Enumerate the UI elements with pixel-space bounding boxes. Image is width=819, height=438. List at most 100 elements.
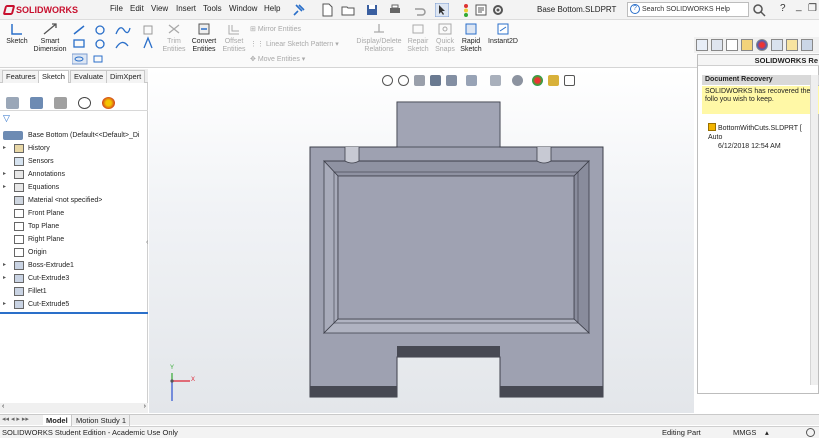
tree-item-label: Front Plane xyxy=(28,210,65,217)
tree-item[interactable]: Origin xyxy=(0,246,148,259)
save-icon[interactable] xyxy=(365,3,379,17)
panel-collapse-handle[interactable]: ‹ xyxy=(146,239,148,246)
tree-item[interactable]: Right Plane xyxy=(0,233,148,246)
units-dropdown-icon[interactable]: ▴ xyxy=(765,427,769,438)
menu-file[interactable]: File xyxy=(110,4,123,13)
rapid-sketch-button[interactable]: Rapid Sketch xyxy=(459,22,483,54)
sketch-entities-palette[interactable] xyxy=(72,24,156,68)
instant2d-button[interactable]: Instant2D xyxy=(485,22,521,46)
minimize-button[interactable]: _ xyxy=(796,1,802,12)
expand-arrow-icon[interactable]: ▸ xyxy=(3,272,6,285)
search-help-input[interactable]: ? Search SOLIDWORKS Help xyxy=(627,2,749,17)
document-recovery-icon[interactable] xyxy=(801,39,813,51)
menu-view[interactable]: View xyxy=(151,4,168,13)
tree-item[interactable]: Fillet1 xyxy=(0,285,148,298)
menu-help[interactable]: Help xyxy=(264,4,280,13)
home-icon[interactable] xyxy=(696,39,708,51)
scroll-left-icon[interactable]: ‹ xyxy=(2,403,4,410)
mirror-entities-button[interactable]: ⊞ Mirror Entities xyxy=(250,25,301,33)
feature-manager-icon[interactable] xyxy=(6,97,19,109)
quick-snaps-button[interactable]: Quick Snaps xyxy=(433,22,457,54)
filter-icon[interactable]: ▽ xyxy=(3,113,10,124)
custom-properties-icon[interactable] xyxy=(786,39,798,51)
expand-arrow-icon[interactable]: ▸ xyxy=(3,142,6,155)
design-library-icon[interactable] xyxy=(726,39,738,51)
convert-entities-button[interactable]: Convert Entities xyxy=(190,22,218,54)
display-manager-icon[interactable] xyxy=(102,97,115,109)
task-pane-title: SOLIDWORKS Re xyxy=(698,55,819,66)
restore-button[interactable]: ❐ xyxy=(808,3,817,14)
tab-evaluate[interactable]: Evaluate xyxy=(70,70,108,83)
search-magnifier-icon[interactable] xyxy=(752,3,766,17)
part-model[interactable] xyxy=(149,69,694,413)
recovered-file-item[interactable]: BottomWithCuts.SLDPRT [ Auto 6/12/2018 1… xyxy=(708,123,816,151)
tree-root[interactable]: Base Bottom (Default<<Default>_Di xyxy=(0,129,148,142)
tree-item[interactable]: ▸ Cut-Extrude5 xyxy=(0,298,148,311)
menu-window[interactable]: Window xyxy=(229,4,257,13)
repair-sketch-button[interactable]: Repair Sketch xyxy=(405,22,431,54)
print-icon[interactable] xyxy=(388,3,402,17)
new-document-icon[interactable] xyxy=(320,3,334,17)
undo-icon[interactable] xyxy=(412,3,426,17)
appearances-icon[interactable] xyxy=(771,39,783,51)
dimxpert-manager-icon[interactable] xyxy=(78,97,91,109)
tab-scroll-arrows[interactable]: ◂◂ ◂ ▸ ▸▸ xyxy=(2,415,29,423)
offset-entities-button[interactable]: Offset Entities xyxy=(220,22,248,54)
tree-item[interactable]: ▸ Cut-Extrude3 xyxy=(0,272,148,285)
task-pane-scrollbar[interactable] xyxy=(810,75,818,385)
tree-item[interactable]: ▸ Annotations xyxy=(0,168,148,181)
select-arrow-icon[interactable] xyxy=(435,3,449,17)
file-properties-icon[interactable] xyxy=(474,3,488,17)
document-recovery-header[interactable]: Document Recovery xyxy=(702,75,819,85)
tab-dimxpert[interactable]: DimXpert xyxy=(106,70,146,83)
rebuild-traffic-light-icon[interactable] xyxy=(459,3,473,17)
convert-entities-icon xyxy=(198,23,210,35)
solidworks-logo[interactable]: SOLIDWORKS xyxy=(2,2,92,18)
display-delete-relations-button[interactable]: Display/Delete Relations xyxy=(355,22,403,54)
expand-arrow-icon[interactable]: ▸ xyxy=(3,259,6,272)
property-manager-icon[interactable] xyxy=(30,97,43,109)
tab-sketch[interactable]: Sketch xyxy=(38,70,69,83)
tree-item-label: Material <not specified> xyxy=(28,197,103,204)
pin-icon[interactable] xyxy=(292,3,306,17)
tab-features[interactable]: Features xyxy=(2,70,40,83)
tree-item[interactable]: Front Plane xyxy=(0,207,148,220)
recovered-file-icon xyxy=(708,123,716,131)
expand-arrow-icon[interactable]: ▸ xyxy=(3,181,6,194)
menu-edit[interactable]: Edit xyxy=(130,4,144,13)
view-palette-icon[interactable] xyxy=(756,39,768,51)
help-button[interactable]: ? xyxy=(780,3,786,14)
linear-sketch-pattern-button[interactable]: ⋮⋮ Linear Sketch Pattern ▾ xyxy=(250,40,339,48)
tree-item[interactable]: ▸ History xyxy=(0,142,148,155)
tree-item[interactable]: ▸ Equations xyxy=(0,181,148,194)
menu-insert[interactable]: Insert xyxy=(176,4,196,13)
open-folder-icon[interactable] xyxy=(341,3,355,17)
expand-arrow-icon[interactable]: ▸ xyxy=(3,298,6,311)
options-gear-icon[interactable] xyxy=(491,3,505,17)
scroll-right-icon[interactable]: › xyxy=(144,403,146,410)
menu-tools[interactable]: Tools xyxy=(203,4,222,13)
configuration-manager-icon[interactable] xyxy=(54,97,67,109)
tab-model[interactable]: Model xyxy=(43,415,72,426)
tree-item-label: Top Plane xyxy=(28,223,60,230)
graphics-area[interactable]: X Y ‹ xyxy=(146,69,694,413)
tree-item[interactable]: Material <not specified> xyxy=(0,194,148,207)
horizontal-scrollbar[interactable]: ‹ › xyxy=(0,403,148,413)
status-edition-text: SOLIDWORKS Student Edition - Academic Us… xyxy=(2,428,178,437)
tree-item[interactable]: ▸ Boss-Extrude1 xyxy=(0,259,148,272)
tab-motion-study-1[interactable]: Motion Study 1 xyxy=(73,415,131,426)
sketch-button[interactable]: Sketch xyxy=(4,22,30,46)
expand-arrow-icon[interactable]: ▸ xyxy=(3,168,6,181)
move-entities-button[interactable]: ✥ Move Entities ▾ xyxy=(250,55,305,63)
trim-entities-button[interactable]: Trim Entities xyxy=(160,22,188,54)
resources-icon[interactable] xyxy=(711,39,723,51)
recovery-message: SOLIDWORKS has recovered the follo you w… xyxy=(702,86,819,114)
rollback-bar[interactable] xyxy=(0,312,148,314)
tree-item[interactable]: Top Plane xyxy=(0,220,148,233)
manager-tabs: Features Sketch Evaluate DimXpert xyxy=(0,69,148,83)
smart-dimension-button[interactable]: Smart Dimension xyxy=(32,22,68,54)
file-explorer-icon[interactable] xyxy=(741,39,753,51)
tree-item[interactable]: Sensors xyxy=(0,155,148,168)
status-options-icon[interactable] xyxy=(806,428,815,437)
status-units[interactable]: MMGS xyxy=(733,427,756,438)
